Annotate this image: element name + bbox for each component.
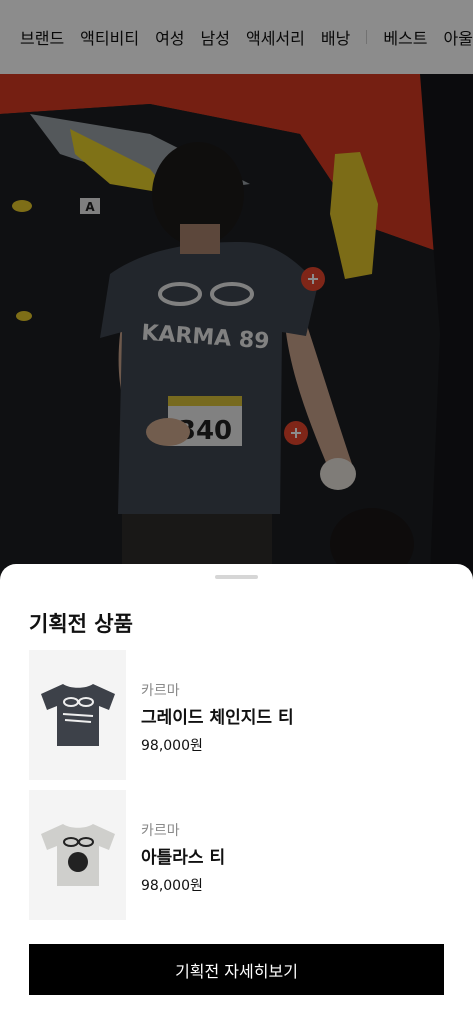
product-price: 98,000원	[141, 738, 203, 754]
product-name[interactable]: 아틀라스 티	[141, 843, 225, 868]
tshirt-icon	[40, 824, 115, 886]
view-exhibition-button[interactable]: 기획전 자세히보기	[29, 944, 444, 995]
product-brand: 카르마	[141, 683, 180, 699]
sheet-drag-handle[interactable]	[215, 575, 258, 579]
product-item[interactable]: 카르마 아틀라스 티 98,000원	[29, 790, 444, 920]
product-brand: 카르마	[141, 823, 180, 839]
product-price: 98,000원	[141, 878, 203, 894]
product-thumbnail[interactable]	[29, 650, 126, 780]
tshirt-icon	[40, 684, 115, 746]
sheet-title: 기획전 상품	[29, 612, 133, 636]
bottom-sheet: 기획전 상품 카르마 그레이드 체인지드 티 98,000원 카르마 아틀라스 …	[0, 564, 473, 1024]
product-name[interactable]: 그레이드 체인지드 티	[141, 703, 294, 728]
product-item[interactable]: 카르마 그레이드 체인지드 티 98,000원	[29, 650, 444, 780]
app-screen: 브랜드 액티비티 여성 남성 액세서리 배낭 베스트 아울 A KARMA 89…	[0, 0, 473, 1024]
product-thumbnail[interactable]	[29, 790, 126, 920]
